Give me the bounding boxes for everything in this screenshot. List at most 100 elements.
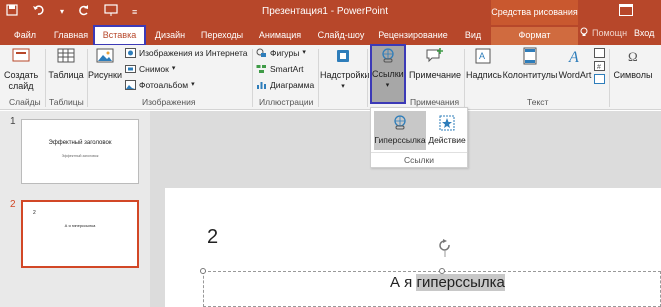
- quick-access-toolbar: ▾ ≡: [6, 4, 137, 20]
- wordart-icon: A: [558, 47, 592, 68]
- textbox-button[interactable]: A Надпись: [466, 47, 502, 81]
- group-label-slides: Слайды: [9, 97, 41, 107]
- slide-text[interactable]: А я гиперссылка: [390, 274, 505, 291]
- online-pictures-button[interactable]: Изображения из Интернета: [125, 47, 248, 59]
- screenshot-icon: [125, 64, 136, 74]
- screenshot-label: Снимок: [139, 64, 169, 74]
- symbols-button[interactable]: Ω Символы: [611, 47, 655, 81]
- addins-button[interactable]: Надстройки ▾: [320, 47, 370, 92]
- hyperlink-button[interactable]: Гиперссылка: [374, 111, 426, 150]
- photo-album-label: Фотоальбом: [139, 80, 189, 90]
- chart-icon: [256, 80, 267, 90]
- hyperlink-icon: [392, 115, 408, 133]
- tab-design[interactable]: Дизайн: [152, 27, 188, 45]
- textbox-icon: A: [466, 47, 500, 68]
- thumbnail-title: Эффектный заголовок: [48, 140, 112, 146]
- sign-in-link[interactable]: Вход: [634, 28, 654, 38]
- comment-button[interactable]: Примечание: [408, 47, 462, 81]
- tell-me-box[interactable]: Помощн: [580, 27, 627, 39]
- chevron-down-icon: ▾: [191, 81, 195, 88]
- tab-format[interactable]: Формат: [491, 27, 578, 45]
- smartart-icon: [256, 64, 267, 74]
- textbox-label: Надпись: [466, 70, 502, 80]
- photo-album-button[interactable]: Фотоальбом ▾: [125, 79, 195, 91]
- action-icon: [439, 115, 455, 133]
- links-icon: [372, 48, 403, 67]
- tab-review[interactable]: Рецензирование: [372, 27, 454, 45]
- group-separator: [464, 49, 465, 107]
- photo-album-icon: [125, 80, 136, 90]
- rotate-handle-icon[interactable]: [438, 239, 452, 260]
- table-label: Таблица: [48, 70, 84, 80]
- action-button[interactable]: Действие: [427, 111, 467, 150]
- slide-text-plain: А я: [390, 274, 417, 291]
- tab-view[interactable]: Вид: [460, 27, 486, 45]
- comment-icon: [408, 47, 462, 68]
- group-label-text: Текст: [527, 97, 549, 107]
- shapes-icon: [256, 48, 267, 58]
- lightbulb-icon: [580, 27, 588, 39]
- tab-animations[interactable]: Анимация: [255, 27, 305, 45]
- dropdown-divider: [371, 152, 467, 153]
- links-button[interactable]: Ссылки ▾: [370, 44, 406, 104]
- screenshot-button[interactable]: Снимок ▾: [125, 63, 175, 75]
- links-button-content: Ссылки ▾: [372, 48, 404, 91]
- new-slide-button[interactable]: Создать слайд: [4, 47, 38, 92]
- header-footer-icon: [502, 47, 558, 68]
- smartart-label: SmartArt: [270, 64, 304, 74]
- save-icon[interactable]: [6, 4, 18, 20]
- addins-icon: [320, 47, 366, 68]
- resize-handle[interactable]: [200, 268, 206, 274]
- group-label-comments: Примечания: [410, 97, 460, 107]
- object-icon[interactable]: [594, 74, 605, 84]
- slideshow-start-icon[interactable]: [104, 4, 118, 20]
- group-label-tables: Таблицы: [49, 97, 84, 107]
- slide-number-icon[interactable]: #: [594, 61, 605, 71]
- picture-icon: [88, 47, 122, 68]
- undo-icon[interactable]: [32, 4, 46, 20]
- new-slide-label: Создать слайд: [4, 70, 39, 91]
- svg-text:Ω: Ω: [628, 49, 638, 64]
- smartart-button[interactable]: SmartArt: [256, 63, 304, 75]
- header-footer-button[interactable]: Колонтитулы: [502, 47, 558, 81]
- addins-label: Надстройки: [320, 70, 370, 80]
- chevron-down-icon: ▾: [302, 49, 306, 56]
- table-button[interactable]: Таблица: [47, 47, 85, 81]
- tab-home[interactable]: Главная: [50, 27, 92, 45]
- group-separator: [609, 49, 610, 107]
- group-separator: [252, 49, 253, 107]
- insert-tab-highlight: [93, 25, 146, 46]
- shapes-button[interactable]: Фигуры ▾: [256, 47, 306, 59]
- wordart-button[interactable]: A WordArt: [558, 47, 592, 81]
- svg-text:A: A: [568, 49, 579, 65]
- tab-transitions[interactable]: Переходы: [198, 27, 246, 45]
- tab-file[interactable]: Файл: [8, 27, 42, 45]
- text-small-buttons: #: [594, 48, 605, 84]
- thumbnail-subtitle: Эффектный заголовок: [61, 154, 99, 158]
- context-header: Средства рисования: [491, 0, 578, 25]
- customize-qat-icon[interactable]: ≡: [132, 4, 137, 20]
- slide-thumbnail-2[interactable]: 2 А я гиперссылка: [21, 200, 139, 268]
- redo-icon[interactable]: [78, 4, 90, 20]
- hyperlink-text[interactable]: гиперссылка: [416, 274, 505, 291]
- thumbnail-number: 1: [10, 116, 16, 127]
- slide-thumbnail-1[interactable]: Эффектный заголовок Эффектный заголовок: [21, 119, 139, 184]
- dropdown-group-label: Ссылки: [404, 155, 434, 165]
- group-separator: [367, 49, 368, 107]
- wordart-label: WordArt: [558, 70, 592, 80]
- group-separator: [318, 49, 319, 107]
- new-slide-icon: [4, 47, 38, 68]
- chart-button[interactable]: Диаграмма: [256, 79, 314, 91]
- chevron-down-icon: ▾: [385, 82, 390, 89]
- undo-dropdown-icon[interactable]: ▾: [60, 4, 64, 20]
- pictures-button[interactable]: Рисунки: [88, 47, 122, 81]
- thumbnail-text: А я гиперссылка: [64, 223, 96, 228]
- svg-text:#: #: [597, 64, 601, 71]
- group-label-images: Изображения: [142, 97, 196, 107]
- tab-slideshow[interactable]: Слайд-шоу: [313, 27, 369, 45]
- pictures-label: Рисунки: [88, 70, 122, 80]
- slide-number-text[interactable]: 2: [207, 226, 218, 249]
- group-label-illustrations: Иллюстрации: [259, 97, 314, 107]
- date-time-icon[interactable]: [594, 48, 605, 58]
- ribbon-display-options-icon[interactable]: [619, 4, 633, 16]
